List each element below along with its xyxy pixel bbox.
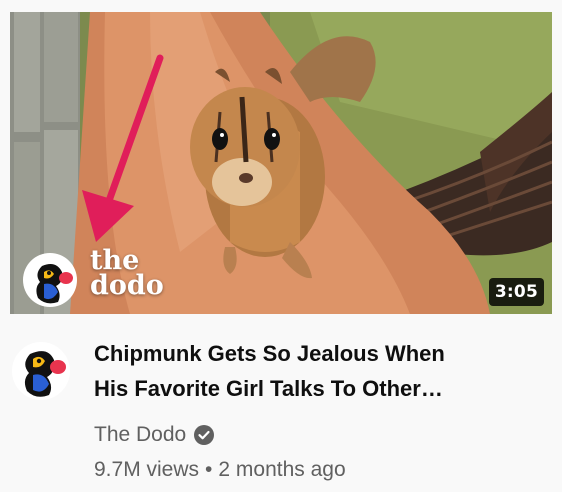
- stats-separator: •: [205, 458, 213, 481]
- video-title-line-1: Chipmunk Gets So Jealous When: [94, 341, 445, 366]
- video-stats: 9.7M views • 2 months ago: [94, 454, 534, 486]
- video-meta: Chipmunk Gets So Jealous When His Favori…: [94, 336, 534, 486]
- channel-row: The Dodo: [94, 420, 534, 450]
- video-title[interactable]: Chipmunk Gets So Jealous When His Favori…: [94, 336, 534, 406]
- upload-age: 2 months ago: [218, 458, 346, 481]
- verified-check-icon: [194, 425, 215, 445]
- view-count: 9.7M views: [94, 458, 200, 481]
- dodo-watermark-icon: [23, 253, 77, 307]
- channel-avatar[interactable]: [12, 342, 70, 400]
- video-title-line-2: His Favorite Girl Talks To Other…: [94, 376, 443, 401]
- duration-badge: 3:05: [488, 278, 544, 306]
- video-thumbnail[interactable]: the dodo 3:05: [10, 12, 552, 314]
- dodo-watermark-text: the dodo: [90, 247, 164, 301]
- channel-name[interactable]: The Dodo: [94, 423, 186, 447]
- watermark-line-2: dodo: [90, 270, 164, 301]
- video-card[interactable]: the dodo 3:05 Chipmunk Gets So Jealous W…: [0, 0, 562, 492]
